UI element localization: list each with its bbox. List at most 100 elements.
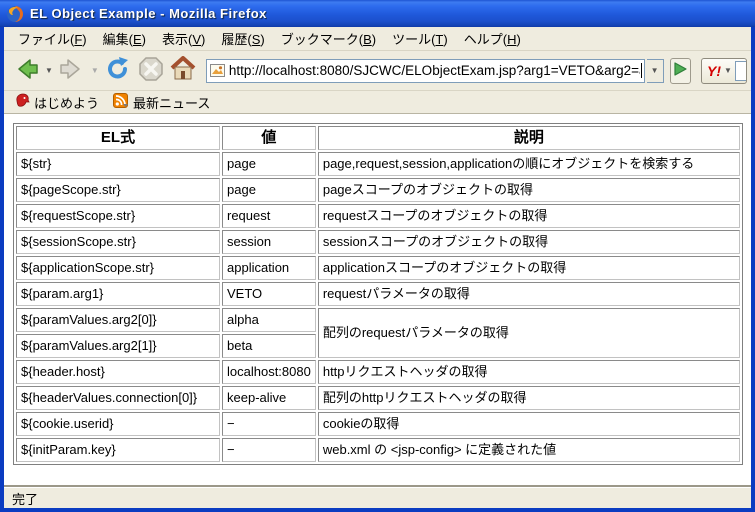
column-header-value: 値 <box>222 126 316 150</box>
menu-label: ファイル( <box>18 32 74 47</box>
table-row: ${requestScope.str} request requestスコープの… <box>16 204 740 228</box>
description-cell: pageスコープのオブジェクトの取得 <box>318 178 740 202</box>
column-header-desc: 説明 <box>318 126 740 150</box>
firefox-window: EL Object Example - Mozilla Firefox ファイル… <box>0 0 755 512</box>
description-cell: 配列のhttpリクエストヘッダの取得 <box>318 386 740 410</box>
reload-button[interactable] <box>102 53 134 88</box>
el-expression-cell: ${sessionScope.str} <box>16 230 220 254</box>
reload-icon <box>104 55 132 86</box>
el-expression-cell: ${cookie.userid} <box>16 412 220 436</box>
menu-label-close: ) <box>372 32 376 47</box>
status-bar: 完了 <box>4 487 751 508</box>
back-button[interactable] <box>10 53 42 88</box>
table-row: ${header.host} localhost:8080 httpリクエストヘ… <box>16 360 740 384</box>
menu-label-close: ) <box>142 32 146 47</box>
bookmark-latest-news[interactable]: 最新ニュース <box>108 91 215 114</box>
table-row: ${sessionScope.str} session sessionスコープの… <box>16 230 740 254</box>
home-button[interactable] <box>168 54 198 87</box>
description-cell: requestパラメータの取得 <box>318 282 740 306</box>
search-input[interactable] <box>735 61 746 81</box>
el-object-table: EL式 値 説明 ${str} page page,request,sessio… <box>13 123 743 465</box>
bookmarks-toolbar: はじめよう 最新ニュース <box>4 91 751 114</box>
menu-label-close: ) <box>260 32 264 47</box>
menu-item-view[interactable]: 表示(V) <box>154 26 213 51</box>
value-cell: session <box>222 230 316 254</box>
table-row: ${applicationScope.str} application appl… <box>16 256 740 280</box>
description-cell: page,request,session,applicationの順にオブジェク… <box>318 152 740 176</box>
el-expression-cell: ${applicationScope.str} <box>16 256 220 280</box>
rss-icon <box>113 93 129 111</box>
menu-label: ブックマーク( <box>281 32 363 47</box>
value-cell: VETO <box>222 282 316 306</box>
menu-item-edit[interactable]: 編集(E) <box>95 26 154 51</box>
title-bar[interactable]: EL Object Example - Mozilla Firefox <box>0 0 755 27</box>
forward-icon <box>58 55 86 86</box>
menu-accesskey: V <box>192 32 201 47</box>
value-cell: − <box>222 412 316 436</box>
table-row: ${str} page page,request,session,applica… <box>16 152 740 176</box>
menu-label: 表示( <box>162 32 192 47</box>
description-cell: requestスコープのオブジェクトの取得 <box>318 204 740 228</box>
table-row: ${headerValues.connection[0]} keep-alive… <box>16 386 740 410</box>
page-favicon-icon <box>210 64 225 77</box>
stop-button[interactable] <box>136 54 166 87</box>
menu-label: 編集( <box>103 32 133 47</box>
description-cell: cookieの取得 <box>318 412 740 436</box>
description-cell: applicationスコープのオブジェクトの取得 <box>318 256 740 280</box>
value-cell: beta <box>222 334 316 358</box>
menu-item-file[interactable]: ファイル(F) <box>10 26 95 51</box>
el-expression-cell: ${initParam.key} <box>16 438 220 462</box>
url-bar[interactable]: http://localhost:8080/SJCWC/ELObjectExam… <box>206 59 645 83</box>
go-icon <box>672 61 688 80</box>
home-icon <box>170 56 196 85</box>
page-content: EL式 値 説明 ${str} page page,request,sessio… <box>4 114 751 487</box>
description-cell: web.xml の <jsp-config> に定義された値 <box>318 438 740 462</box>
go-button[interactable] <box>670 58 691 84</box>
value-cell: page <box>222 178 316 202</box>
el-expression-cell: ${pageScope.str} <box>16 178 220 202</box>
value-cell: localhost:8080 <box>222 360 316 384</box>
menu-label-close: ) <box>516 32 520 47</box>
menu-accesskey: E <box>133 32 142 47</box>
url-input[interactable]: http://localhost:8080/SJCWC/ELObjectExam… <box>229 63 640 78</box>
url-history-dropdown[interactable]: ▼ <box>647 59 664 83</box>
forward-button[interactable] <box>56 53 88 88</box>
menu-label-close: ) <box>201 32 205 47</box>
menu-bar: ファイル(F) 編集(E) 表示(V) 履歴(S) ブックマーク(B) ツール(… <box>4 27 751 51</box>
forward-dropdown-icon[interactable]: ▼ <box>90 66 100 75</box>
menu-item-help[interactable]: ヘルプ(H) <box>456 26 529 51</box>
bookmark-label: 最新ニュース <box>133 93 210 112</box>
bookmark-getting-started[interactable]: はじめよう <box>10 91 104 114</box>
el-expression-cell: ${headerValues.connection[0]} <box>16 386 220 410</box>
search-engine-dropdown-icon[interactable]: ▼ <box>723 66 733 75</box>
description-cell: 配列のrequestパラメータの取得 <box>318 308 740 358</box>
getting-started-icon <box>15 93 30 111</box>
value-cell: application <box>222 256 316 280</box>
status-text: 完了 <box>12 489 38 508</box>
firefox-icon <box>6 5 24 23</box>
table-row: ${paramValues.arg2[0]} alpha 配列のrequestパ… <box>16 308 740 332</box>
table-row: ${pageScope.str} page pageスコープのオブジェクトの取得 <box>16 178 740 202</box>
table-row: ${initParam.key} − web.xml の <jsp-config… <box>16 438 740 462</box>
back-dropdown-icon[interactable]: ▼ <box>44 66 54 75</box>
el-expression-cell: ${param.arg1} <box>16 282 220 306</box>
window-title: EL Object Example - Mozilla Firefox <box>30 6 267 21</box>
menu-item-tools[interactable]: ツール(T) <box>384 26 456 51</box>
table-row: ${cookie.userid} − cookieの取得 <box>16 412 740 436</box>
menu-label: ヘルプ( <box>464 32 507 47</box>
el-expression-cell: ${paramValues.arg2[0]} <box>16 308 220 332</box>
menu-item-bookmarks[interactable]: ブックマーク(B) <box>273 26 384 51</box>
value-cell: − <box>222 438 316 462</box>
menu-label-close: ) <box>443 32 447 47</box>
menu-item-history[interactable]: 履歴(S) <box>213 26 272 51</box>
description-cell: sessionスコープのオブジェクトの取得 <box>318 230 740 254</box>
column-header-el: EL式 <box>16 126 220 150</box>
menu-label-close: ) <box>82 32 86 47</box>
value-cell: page <box>222 152 316 176</box>
menu-accesskey: B <box>363 32 372 47</box>
value-cell: keep-alive <box>222 386 316 410</box>
search-box[interactable]: Y! ▼ <box>701 58 747 84</box>
el-expression-cell: ${header.host} <box>16 360 220 384</box>
el-expression-cell: ${requestScope.str} <box>16 204 220 228</box>
text-cursor <box>641 63 642 78</box>
